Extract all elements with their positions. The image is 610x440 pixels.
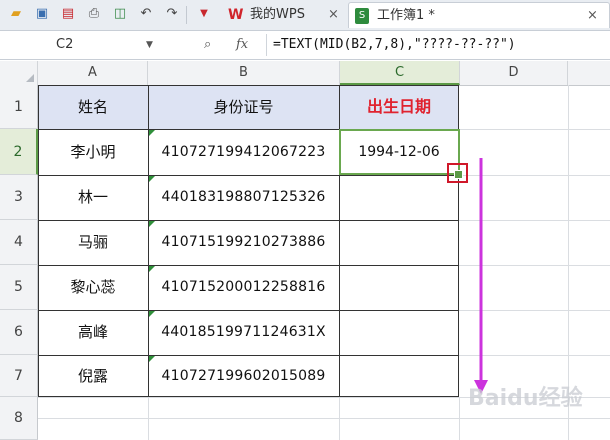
- watermark: Baidu经验: [468, 386, 583, 411]
- drag-down-arrow: [474, 158, 488, 394]
